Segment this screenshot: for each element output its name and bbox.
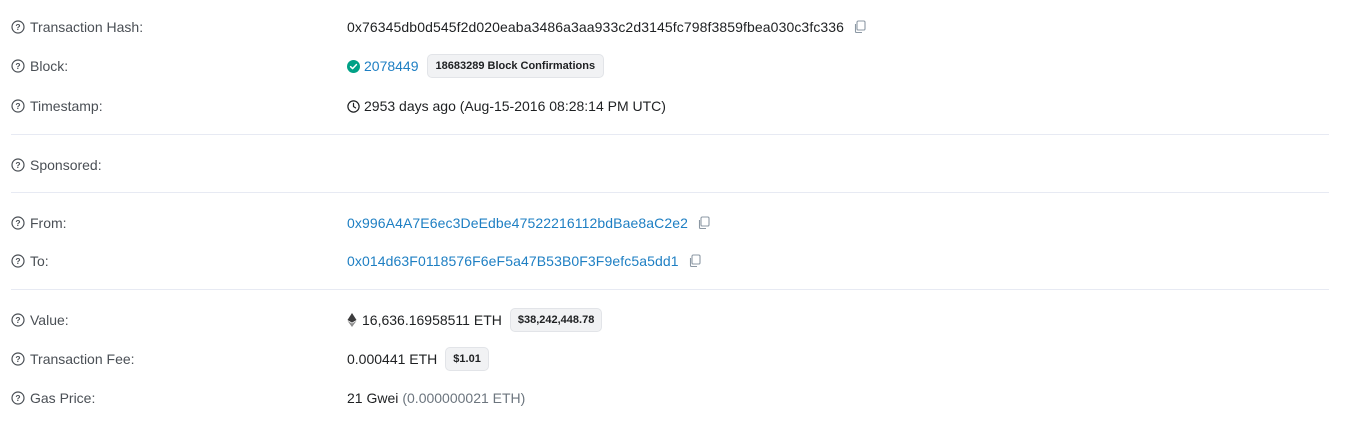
svg-text:?: ? <box>15 61 20 71</box>
label-cell: ? Value: <box>11 312 347 328</box>
section-divider <box>11 134 1329 135</box>
from-label: From: <box>30 215 67 231</box>
value-cell: 2078449 18683289 Block Confirmations <box>347 54 605 78</box>
clock-icon <box>347 99 360 113</box>
value-amount: 16,636.16958511 ETH <box>362 312 502 328</box>
svg-text:?: ? <box>15 393 20 403</box>
label-cell: ? Sponsored: <box>11 157 347 173</box>
question-circle-icon[interactable]: ? <box>11 216 25 230</box>
value-cell: 0x76345db0d545f2d020eaba3486a3aa933c2d31… <box>347 19 867 35</box>
copy-icon[interactable] <box>697 216 711 230</box>
section-divider <box>11 192 1329 193</box>
row-transaction-fee: ? Transaction Fee: 0.000441 ETH $1.01 <box>11 347 1331 371</box>
label-cell: ? Block: <box>11 58 347 74</box>
row-sponsored: ? Sponsored: <box>11 153 1331 177</box>
svg-text:?: ? <box>15 160 20 170</box>
gas-price-label: Gas Price: <box>30 390 96 406</box>
value-cell: 0x014d63F0118576F6eF5a47B53B0F3F9efc5a5d… <box>347 253 702 269</box>
label-cell: ? Transaction Hash: <box>11 19 347 35</box>
svg-text:?: ? <box>15 354 20 364</box>
row-to: ? To: 0x014d63F0118576F6eF5a47B53B0F3F9e… <box>11 249 1331 273</box>
svg-text:?: ? <box>15 256 20 266</box>
label-cell: ? Timestamp: <box>11 98 347 114</box>
question-circle-icon[interactable]: ? <box>11 313 25 327</box>
transaction-fee-usd-badge: $1.01 <box>445 347 489 371</box>
label-cell: ? Transaction Fee: <box>11 351 347 367</box>
question-circle-icon[interactable]: ? <box>11 59 25 73</box>
value-label: Value: <box>30 312 69 328</box>
copy-icon[interactable] <box>853 20 867 34</box>
question-circle-icon[interactable]: ? <box>11 99 25 113</box>
value-cell: 21 Gwei (0.000000021 ETH) <box>347 390 525 406</box>
label-cell: ? From: <box>11 215 347 231</box>
block-confirmations-badge: 18683289 Block Confirmations <box>426 54 605 78</box>
question-circle-icon[interactable]: ? <box>11 254 25 268</box>
block-label: Block: <box>30 58 69 74</box>
row-timestamp: ? Timestamp: 2953 days ago (Aug-15-2016 … <box>11 94 1331 118</box>
value-cell: 0x996A4A7E6ec3DeEdbe47522216112bdBae8aC2… <box>347 215 711 231</box>
value-usd-badge: $38,242,448.78 <box>509 308 603 332</box>
question-circle-icon[interactable]: ? <box>11 158 25 172</box>
timestamp-label: Timestamp: <box>30 98 103 114</box>
sponsored-label: Sponsored: <box>30 157 102 173</box>
transaction-fee-label: Transaction Fee: <box>30 351 135 367</box>
timestamp-value: 2953 days ago (Aug-15-2016 08:28:14 PM U… <box>364 98 666 114</box>
transaction-fee-amount: 0.000441 ETH <box>347 351 438 367</box>
block-number-link[interactable]: 2078449 <box>364 58 419 74</box>
from-address-link[interactable]: 0x996A4A7E6ec3DeEdbe47522216112bdBae8aC2… <box>347 215 688 231</box>
row-value: ? Value: 16,636.16958511 ETH $38,242,448… <box>11 308 1331 332</box>
section-divider <box>11 289 1329 290</box>
gas-price-gwei: 21 Gwei <box>347 390 399 406</box>
label-cell: ? Gas Price: <box>11 390 347 406</box>
gas-price-eth: (0.000000021 ETH) <box>402 390 526 406</box>
value-cell: 16,636.16958511 ETH $38,242,448.78 <box>347 308 603 332</box>
to-address-link[interactable]: 0x014d63F0118576F6eF5a47B53B0F3F9efc5a5d… <box>347 253 679 269</box>
row-from: ? From: 0x996A4A7E6ec3DeEdbe47522216112b… <box>11 211 1331 235</box>
svg-text:?: ? <box>15 315 20 325</box>
svg-text:?: ? <box>15 218 20 228</box>
check-circle-icon <box>347 59 360 73</box>
transaction-hash-label: Transaction Hash: <box>30 19 144 35</box>
row-transaction-hash: ? Transaction Hash: 0x76345db0d545f2d020… <box>11 15 1331 39</box>
svg-text:?: ? <box>15 101 20 111</box>
to-label: To: <box>30 253 49 269</box>
ethereum-icon <box>347 313 357 327</box>
row-gas-price: ? Gas Price: 21 Gwei (0.000000021 ETH) <box>11 386 1331 410</box>
question-circle-icon[interactable]: ? <box>11 352 25 366</box>
svg-text:?: ? <box>15 22 20 32</box>
question-circle-icon[interactable]: ? <box>11 391 25 405</box>
value-cell: 0.000441 ETH $1.01 <box>347 347 489 371</box>
row-block: ? Block: 2078449 18683289 Block Confirma… <box>11 54 1331 78</box>
transaction-hash-value: 0x76345db0d545f2d020eaba3486a3aa933c2d31… <box>347 19 845 35</box>
value-cell: 2953 days ago (Aug-15-2016 08:28:14 PM U… <box>347 98 666 114</box>
question-circle-icon[interactable]: ? <box>11 20 25 34</box>
label-cell: ? To: <box>11 253 347 269</box>
copy-icon[interactable] <box>688 254 702 268</box>
transaction-details-panel: ? Transaction Hash: 0x76345db0d545f2d020… <box>0 0 1346 429</box>
